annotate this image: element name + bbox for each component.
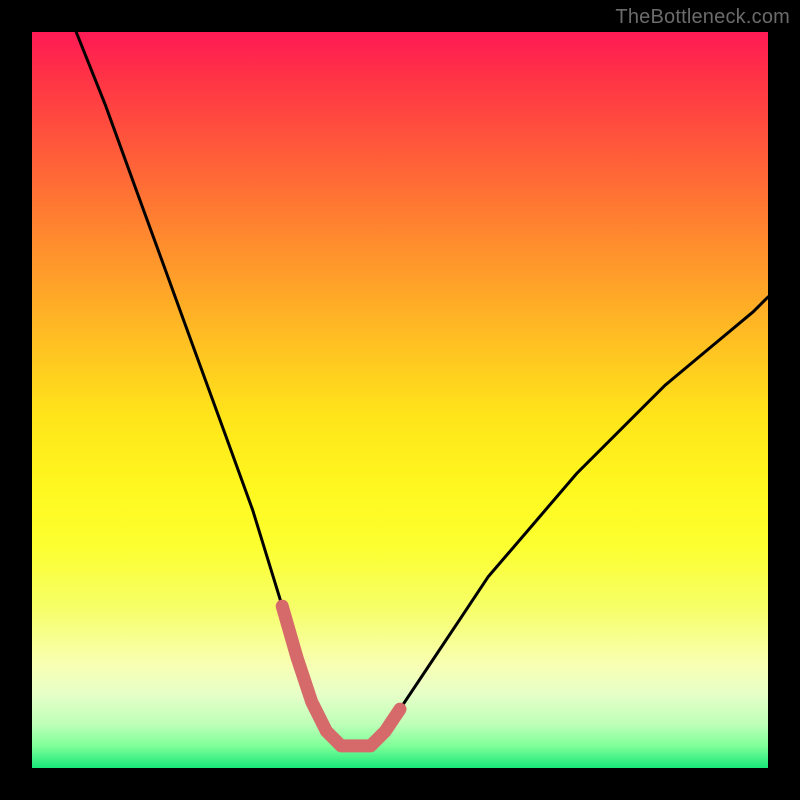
curve-layer xyxy=(32,32,768,768)
watermark-text: TheBottleneck.com xyxy=(615,6,790,29)
optimal-floor-highlight xyxy=(282,606,400,746)
chart-stage: TheBottleneck.com xyxy=(0,0,800,800)
bottleneck-curve xyxy=(76,32,768,746)
plot-area xyxy=(32,32,768,768)
